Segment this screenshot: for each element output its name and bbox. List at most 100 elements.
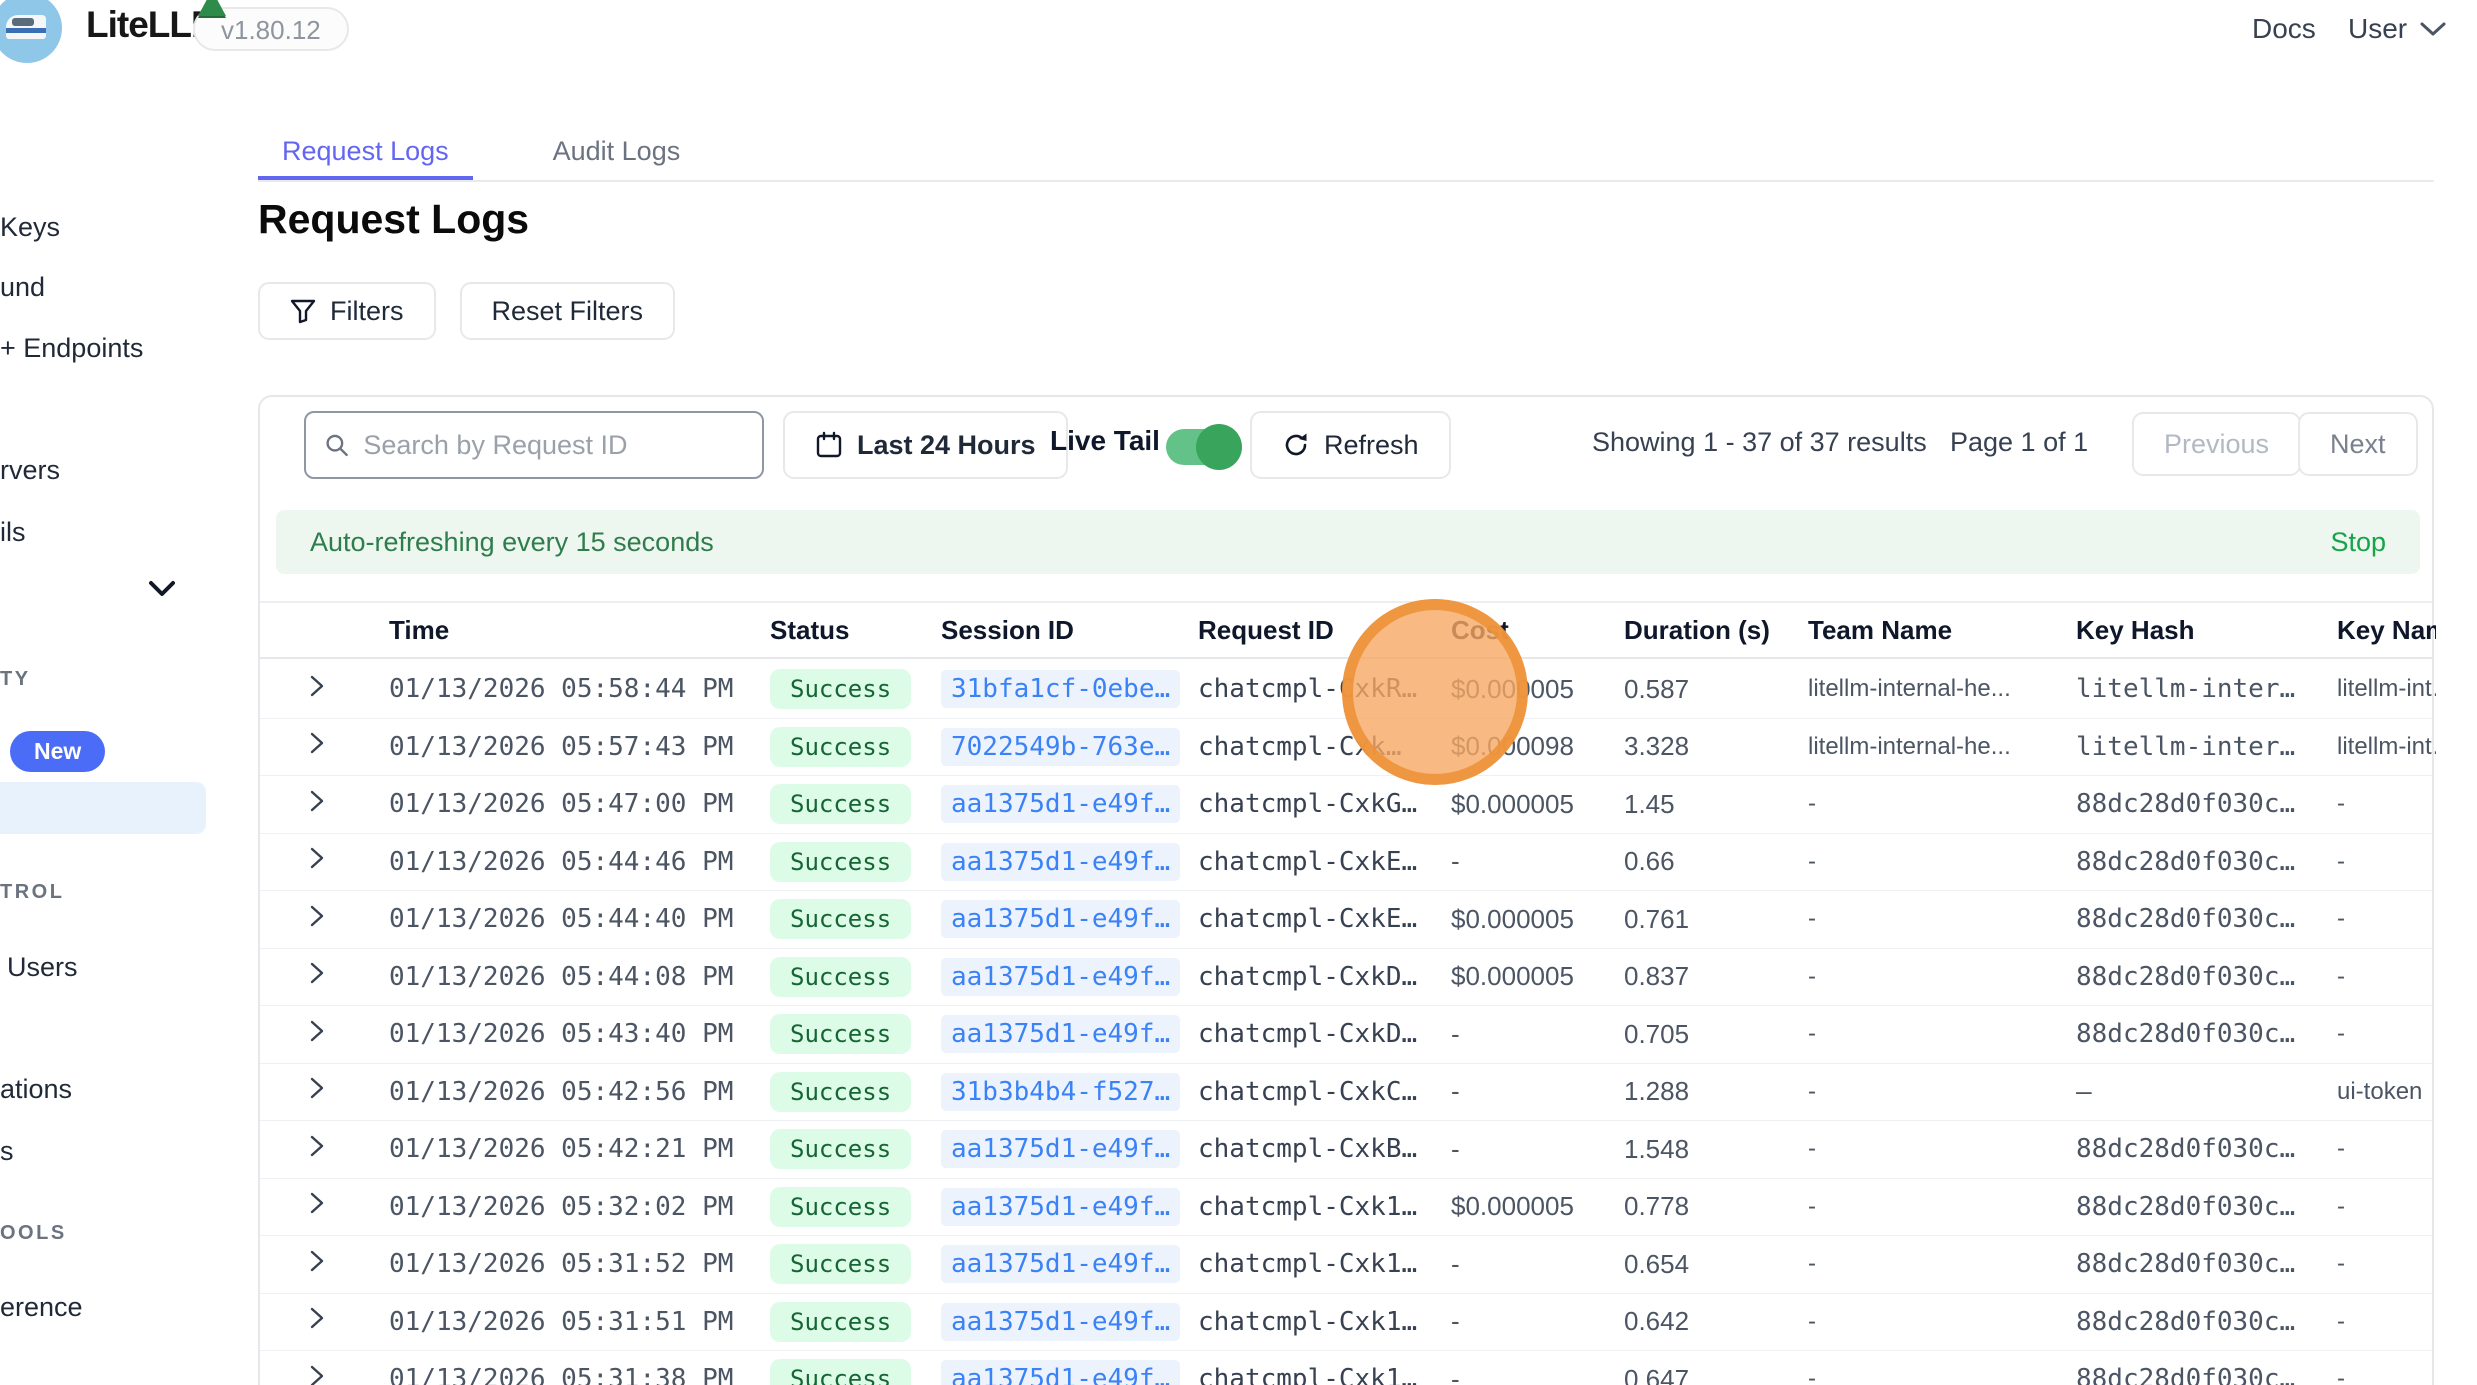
table-row[interactable]: 01/13/2026 05:57:43 PM Success 7022549b-… xyxy=(260,719,2432,777)
previous-page-button[interactable]: Previous xyxy=(2132,412,2301,476)
live-tail-toggle[interactable] xyxy=(1166,429,1238,465)
row-expand-chevron[interactable] xyxy=(307,672,389,707)
sidebar-item-keys[interactable]: Keys xyxy=(0,212,60,243)
table-row[interactable]: 01/13/2026 05:31:52 PM Success aa1375d1-… xyxy=(260,1236,2432,1294)
refresh-button[interactable]: Refresh xyxy=(1250,411,1451,479)
next-page-button[interactable]: Next xyxy=(2298,412,2418,476)
table-row[interactable]: 01/13/2026 05:31:38 PM Success aa1375d1-… xyxy=(260,1351,2432,1385)
chevron-down-icon xyxy=(2419,20,2447,38)
tab-audit-logs[interactable]: Audit Logs xyxy=(529,130,705,180)
tab-request-logs[interactable]: Request Logs xyxy=(258,130,473,180)
session-id-link[interactable]: aa1375d1-e49f… xyxy=(941,1015,1180,1053)
time-range-label: Last 24 Hours xyxy=(857,430,1036,461)
row-expand-chevron[interactable] xyxy=(307,1304,389,1339)
key-hash-cell: 88dc28d0f030c… xyxy=(2076,1249,2337,1279)
key-name-cell: - xyxy=(2337,1308,2436,1336)
session-id-cell: aa1375d1-e49f… xyxy=(941,1015,1198,1053)
sidebar-item-models-endpoints[interactable]: + Endpoints xyxy=(0,333,143,364)
row-expand-chevron[interactable] xyxy=(307,1074,389,1109)
row-expand-chevron[interactable] xyxy=(307,1362,389,1385)
docs-link[interactable]: Docs xyxy=(2252,13,2316,45)
key-hash-cell: 88dc28d0f030c… xyxy=(2076,1019,2337,1049)
time-range-button[interactable]: Last 24 Hours xyxy=(783,411,1068,479)
table-row[interactable]: 01/13/2026 05:31:51 PM Success aa1375d1-… xyxy=(260,1294,2432,1352)
status-badge: Success xyxy=(770,1129,911,1169)
team-name-cell: - xyxy=(1808,848,2076,876)
sidebar-item-api-reference[interactable]: erence xyxy=(0,1292,83,1323)
row-expand-chevron[interactable] xyxy=(307,902,389,937)
key-name-cell: litellm-int… xyxy=(2337,675,2436,703)
session-id-link[interactable]: aa1375d1-e49f… xyxy=(941,843,1180,881)
logs-card: Last 24 Hours Live Tail Refresh Showing … xyxy=(258,395,2434,1385)
row-expand-chevron[interactable] xyxy=(307,1017,389,1052)
search-box[interactable] xyxy=(304,411,764,479)
status-cell: Success xyxy=(770,1129,941,1169)
row-expand-chevron[interactable] xyxy=(307,844,389,879)
sidebar-item-guardrails[interactable]: ils xyxy=(0,517,26,548)
reset-filters-button[interactable]: Reset Filters xyxy=(460,282,676,340)
status-cell: Success xyxy=(770,1014,941,1054)
table-row[interactable]: 01/13/2026 05:47:00 PM Success aa1375d1-… xyxy=(260,776,2432,834)
row-expand-chevron[interactable] xyxy=(307,1132,389,1167)
table-row[interactable]: 01/13/2026 05:32:02 PM Success aa1375d1-… xyxy=(260,1179,2432,1237)
session-id-link[interactable]: 31b3b4b4-f527… xyxy=(941,1073,1180,1111)
sidebar-chevron-down-icon[interactable] xyxy=(148,580,176,598)
key-hash-cell: 88dc28d0f030c… xyxy=(2076,1192,2337,1222)
session-id-link[interactable]: 7022549b-763e… xyxy=(941,728,1180,766)
sidebar-item-playground[interactable]: und xyxy=(0,272,45,303)
session-id-link[interactable]: aa1375d1-e49f… xyxy=(941,1130,1180,1168)
auto-refresh-banner: Auto-refreshing every 15 seconds Stop xyxy=(276,510,2420,574)
sidebar-item-servers[interactable]: rvers xyxy=(0,455,60,486)
sidebar-item-logs-selected[interactable] xyxy=(0,782,206,834)
row-expand-chevron[interactable] xyxy=(307,787,389,822)
top-bar: LiteLLM v1.80.12 Docs User xyxy=(0,0,2477,58)
duration-cell: 1.288 xyxy=(1624,1076,1808,1107)
tree-icon xyxy=(198,0,226,16)
sidebar-item-teams[interactable]: s xyxy=(0,1136,14,1167)
column-header-key-name: Key Name xyxy=(2337,615,2436,646)
team-name-cell: - xyxy=(1808,1135,2076,1163)
stop-auto-refresh-link[interactable]: Stop xyxy=(2330,527,2386,558)
sidebar-item-organizations[interactable]: ations xyxy=(0,1074,72,1105)
table-row[interactable]: 01/13/2026 05:44:40 PM Success aa1375d1-… xyxy=(260,891,2432,949)
session-id-link[interactable]: aa1375d1-e49f… xyxy=(941,1245,1180,1283)
next-label: Next xyxy=(2330,429,2386,460)
session-id-cell: aa1375d1-e49f… xyxy=(941,900,1198,938)
key-hash-cell: 88dc28d0f030c… xyxy=(2076,847,2337,877)
table-row[interactable]: 01/13/2026 05:42:21 PM Success aa1375d1-… xyxy=(260,1121,2432,1179)
filters-button[interactable]: Filters xyxy=(258,282,436,340)
table-row[interactable]: 01/13/2026 05:44:08 PM Success aa1375d1-… xyxy=(260,949,2432,1007)
session-id-link[interactable]: aa1375d1-e49f… xyxy=(941,900,1180,938)
chevron-right-icon xyxy=(307,1074,327,1102)
session-id-link[interactable]: aa1375d1-e49f… xyxy=(941,1360,1180,1385)
search-icon xyxy=(324,431,349,459)
team-name-cell: - xyxy=(1808,1020,2076,1048)
table-row[interactable]: 01/13/2026 05:42:56 PM Success 31b3b4b4-… xyxy=(260,1064,2432,1122)
sidebar-item-users[interactable]: Users xyxy=(7,952,78,983)
table-row[interactable]: 01/13/2026 05:43:40 PM Success aa1375d1-… xyxy=(260,1006,2432,1064)
table-row[interactable]: 01/13/2026 05:44:46 PM Success aa1375d1-… xyxy=(260,834,2432,892)
row-expand-chevron[interactable] xyxy=(307,1189,389,1224)
search-input[interactable] xyxy=(363,430,744,461)
status-cell: Success xyxy=(770,1187,941,1227)
key-hash-cell: litellm-inter… xyxy=(2076,732,2337,762)
session-id-link[interactable]: aa1375d1-e49f… xyxy=(941,1188,1180,1226)
session-id-link[interactable]: aa1375d1-e49f… xyxy=(941,1303,1180,1341)
tab-bar: Request Logs Audit Logs xyxy=(258,130,2434,182)
session-id-cell: aa1375d1-e49f… xyxy=(941,1188,1198,1226)
key-hash-cell: litellm-inter… xyxy=(2076,674,2337,704)
session-id-link[interactable]: 31bfa1cf-0ebe… xyxy=(941,670,1180,708)
key-name-cell: - xyxy=(2337,905,2436,933)
page-indicator: Page 1 of 1 xyxy=(1950,427,2088,458)
key-hash-cell: 88dc28d0f030c… xyxy=(2076,1134,2337,1164)
session-id-link[interactable]: aa1375d1-e49f… xyxy=(941,785,1180,823)
status-cell: Success xyxy=(770,1072,941,1112)
row-expand-chevron[interactable] xyxy=(307,1247,389,1282)
previous-label: Previous xyxy=(2164,429,2269,460)
session-id-link[interactable]: aa1375d1-e49f… xyxy=(941,958,1180,996)
session-id-cell: aa1375d1-e49f… xyxy=(941,1360,1198,1385)
table-header-row: Time Status Session ID Request ID Cost D… xyxy=(260,601,2432,659)
row-expand-chevron[interactable] xyxy=(307,729,389,764)
row-expand-chevron[interactable] xyxy=(307,959,389,994)
user-menu[interactable]: User xyxy=(2348,13,2447,45)
